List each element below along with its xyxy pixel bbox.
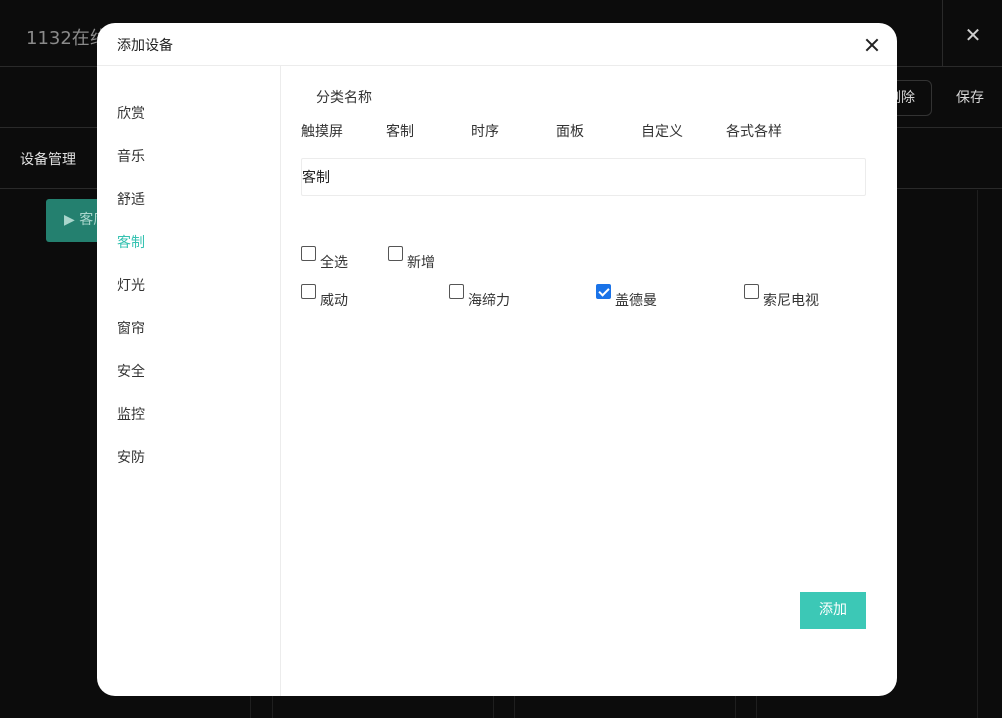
checkbox-label: 全选 bbox=[320, 255, 348, 271]
close-icon[interactable] bbox=[863, 36, 881, 54]
option-checkbox[interactable]: 索尼电视 bbox=[744, 284, 819, 310]
checkbox-box[interactable] bbox=[744, 284, 759, 299]
select-all-checkbox[interactable]: 全选 bbox=[301, 246, 348, 272]
header-divider bbox=[942, 0, 943, 67]
sidebar-item-comfort[interactable]: 舒适 bbox=[117, 189, 145, 211]
option-checkbox[interactable]: 威动 bbox=[301, 284, 348, 310]
checkbox-label: 新增 bbox=[407, 255, 435, 271]
add-new-checkbox[interactable]: 新增 bbox=[388, 246, 435, 272]
dialog-content: 分类名称 触摸屏 客制 时序 面板 自定义 各式各样 全选 新增 威动 海缔力 … bbox=[281, 66, 897, 696]
category-name-input[interactable] bbox=[301, 158, 866, 196]
tab-touchscreen[interactable]: 触摸屏 bbox=[301, 121, 343, 141]
dialog-header: 添加设备 bbox=[97, 23, 897, 66]
add-button[interactable]: 添加 bbox=[800, 592, 866, 629]
checkbox-box[interactable] bbox=[449, 284, 464, 299]
category-name-label: 分类名称 bbox=[316, 90, 372, 106]
column-divider bbox=[977, 190, 978, 718]
sidebar-item-lighting[interactable]: 灯光 bbox=[117, 275, 145, 297]
checkbox-box[interactable] bbox=[301, 246, 316, 261]
tab-user-defined[interactable]: 自定义 bbox=[641, 121, 683, 141]
option-checkbox[interactable]: 盖德曼 bbox=[596, 284, 657, 310]
add-device-dialog: 添加设备 欣赏 音乐 舒适 客制 灯光 窗帘 安全 监控 安防 分类名称 触摸屏… bbox=[97, 23, 897, 696]
tab-custom[interactable]: 客制 bbox=[386, 121, 414, 141]
app-close-icon[interactable]: ✕ bbox=[963, 25, 983, 45]
save-button[interactable]: 保存 bbox=[944, 80, 996, 116]
tab-assorted[interactable]: 各式各样 bbox=[726, 121, 782, 141]
app-title: 1132在线 bbox=[26, 28, 108, 49]
tab-panel[interactable]: 面板 bbox=[556, 121, 584, 141]
device-management-title: 设备管理 bbox=[20, 152, 76, 168]
checkbox-label: 盖德曼 bbox=[615, 293, 657, 309]
checkbox-label: 威动 bbox=[320, 293, 348, 309]
sidebar-item-music[interactable]: 音乐 bbox=[117, 146, 145, 168]
sidebar-item-appreciate[interactable]: 欣赏 bbox=[117, 103, 145, 125]
sidebar-item-safety[interactable]: 安全 bbox=[117, 361, 145, 383]
sidebar-item-monitor[interactable]: 监控 bbox=[117, 404, 145, 426]
tab-timing[interactable]: 时序 bbox=[471, 121, 499, 141]
dialog-title: 添加设备 bbox=[117, 38, 173, 54]
checkbox-box[interactable] bbox=[388, 246, 403, 261]
checkbox-box[interactable] bbox=[301, 284, 316, 299]
checkbox-label: 海缔力 bbox=[468, 293, 510, 309]
sidebar-item-curtain[interactable]: 窗帘 bbox=[117, 318, 145, 340]
sidebar-item-custom[interactable]: 客制 bbox=[117, 232, 145, 254]
option-checkbox[interactable]: 海缔力 bbox=[449, 284, 510, 310]
checkbox-label: 索尼电视 bbox=[763, 293, 819, 309]
sidebar-item-security[interactable]: 安防 bbox=[117, 447, 145, 469]
checkbox-box-checked[interactable] bbox=[596, 284, 611, 299]
category-sidebar: 欣赏 音乐 舒适 客制 灯光 窗帘 安全 监控 安防 bbox=[97, 66, 281, 696]
